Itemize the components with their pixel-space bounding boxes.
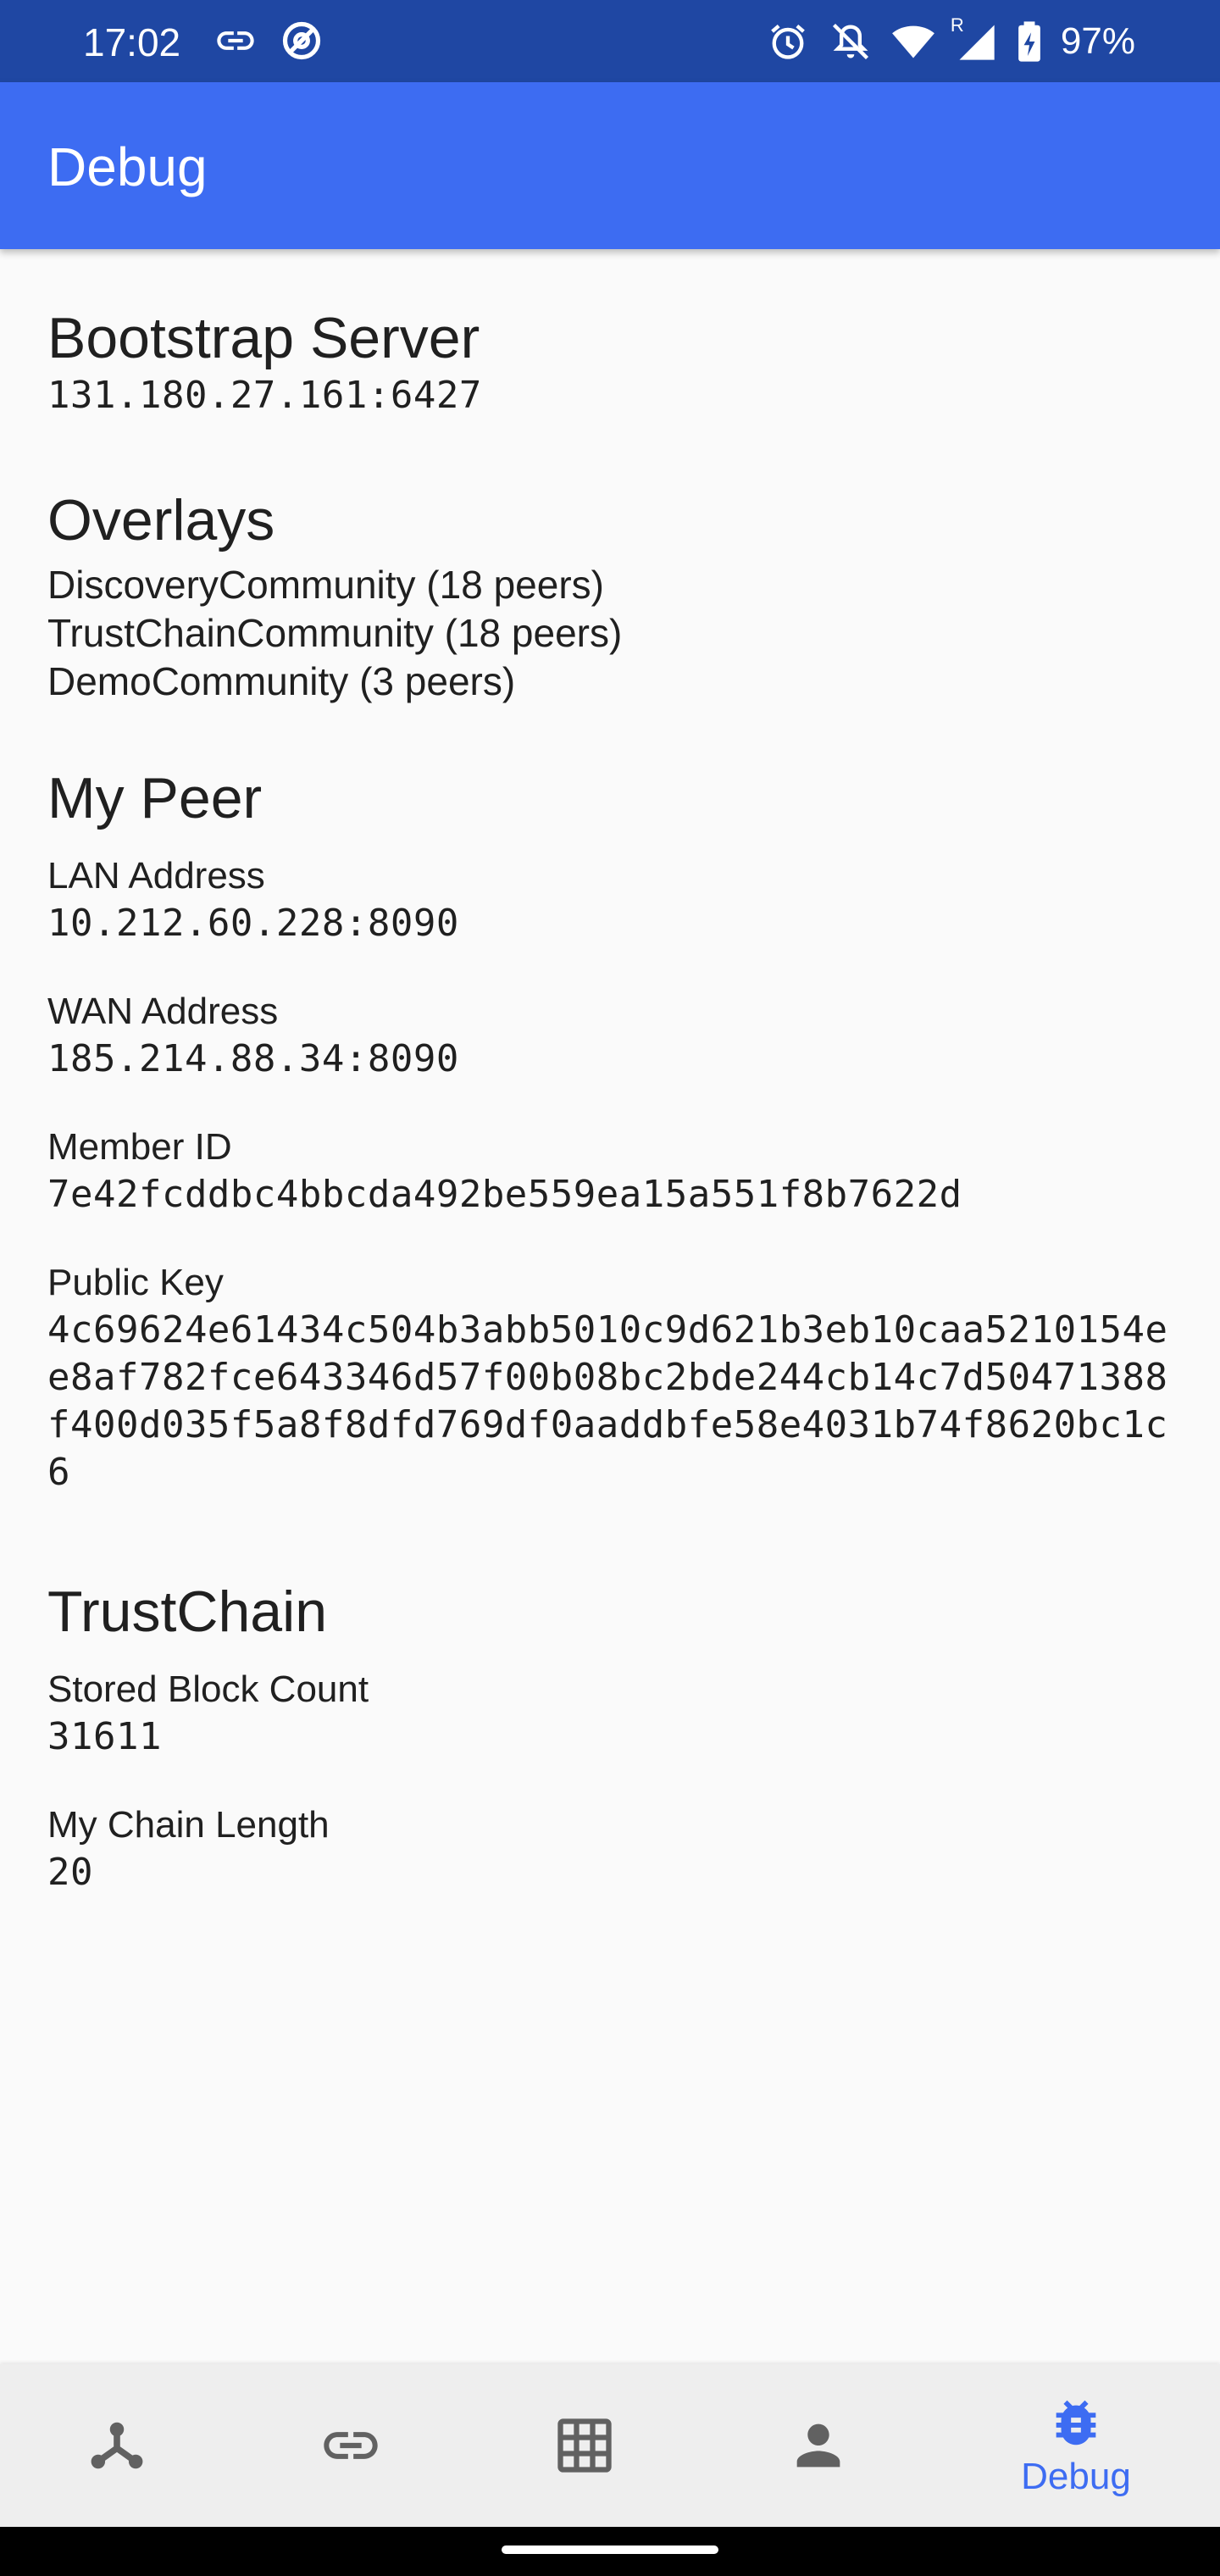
bootstrap-section: Bootstrap Server 131.180.27.161:6427 [47, 304, 482, 419]
status-bar: 17:02 R 97% [0, 0, 1220, 82]
wifi-icon [891, 19, 935, 64]
chain-length-label: My Chain Length [47, 1804, 330, 1846]
bug-icon [1046, 2393, 1106, 2452]
roaming-indicator: R [950, 14, 964, 36]
public-key-value: 4c69624e61434c504b3abb5010c9d621b3eb10ca… [47, 1308, 1168, 1494]
chain-length-value: 20 [47, 1851, 93, 1894]
my-peer-section: My Peer LAN Address 10.212.60.228:8090 W… [47, 764, 1174, 1496]
trustchain-heading: TrustChain [47, 1579, 328, 1644]
system-navigation-bar [0, 2527, 1220, 2576]
status-left-icons [214, 19, 324, 63]
public-key-label: Public Key [47, 1262, 224, 1303]
link-icon [214, 19, 258, 63]
lan-address-label: LAN Address [47, 855, 265, 897]
bootstrap-heading: Bootstrap Server [47, 306, 480, 370]
battery-charging-icon [1017, 19, 1042, 64]
bottom-navigation: Debug [0, 2364, 1220, 2527]
overlay-item: DiscoveryCommunity (18 peers) [47, 563, 604, 607]
status-time: 17:02 [83, 20, 181, 64]
status-right-icons: R 97% [766, 0, 1135, 82]
overlay-item: TrustChainCommunity (18 peers) [47, 611, 623, 655]
nav-item-peers[interactable] [0, 2364, 234, 2527]
alarm-icon [766, 19, 810, 64]
grid-icon [552, 2413, 617, 2478]
trustchain-section: TrustChain Stored Block Count 31611 My C… [47, 1578, 369, 1896]
battery-percentage: 97% [1060, 20, 1135, 62]
nav-item-grid[interactable] [468, 2364, 702, 2527]
member-id-value: 7e42fcddbc4bbcda492be559ea15a551f8b7622d [47, 1173, 962, 1216]
page-title: Debug [47, 136, 208, 197]
overlays-section: Overlays DiscoveryCommunity (18 peers) T… [47, 486, 622, 706]
member-id-label: Member ID [47, 1126, 232, 1168]
overlays-heading: Overlays [47, 488, 275, 552]
nav-label-debug: Debug [1021, 2456, 1131, 2497]
peers-network-icon [85, 2413, 149, 2478]
at-sign-icon [280, 19, 324, 63]
bootstrap-address: 131.180.27.161:6427 [47, 374, 482, 417]
wan-address-value: 185.214.88.34:8090 [47, 1037, 459, 1080]
person-icon [786, 2413, 851, 2478]
link-icon [319, 2413, 383, 2478]
app-bar: Debug [0, 82, 1220, 249]
cell-signal-icon: R [951, 14, 998, 64]
stored-block-count-value: 31611 [47, 1715, 162, 1758]
lan-address-value: 10.212.60.228:8090 [47, 902, 459, 945]
nav-item-debug[interactable]: Debug [959, 2364, 1193, 2527]
home-gesture-handle[interactable] [502, 2545, 718, 2554]
overlay-item: DemoCommunity (3 peers) [47, 659, 516, 703]
nav-item-link[interactable] [234, 2364, 468, 2527]
wan-address-label: WAN Address [47, 991, 279, 1032]
my-peer-heading: My Peer [47, 766, 263, 830]
nav-item-profile[interactable] [702, 2364, 935, 2527]
stored-block-count-label: Stored Block Count [47, 1668, 369, 1710]
notifications-off-icon [829, 19, 873, 64]
